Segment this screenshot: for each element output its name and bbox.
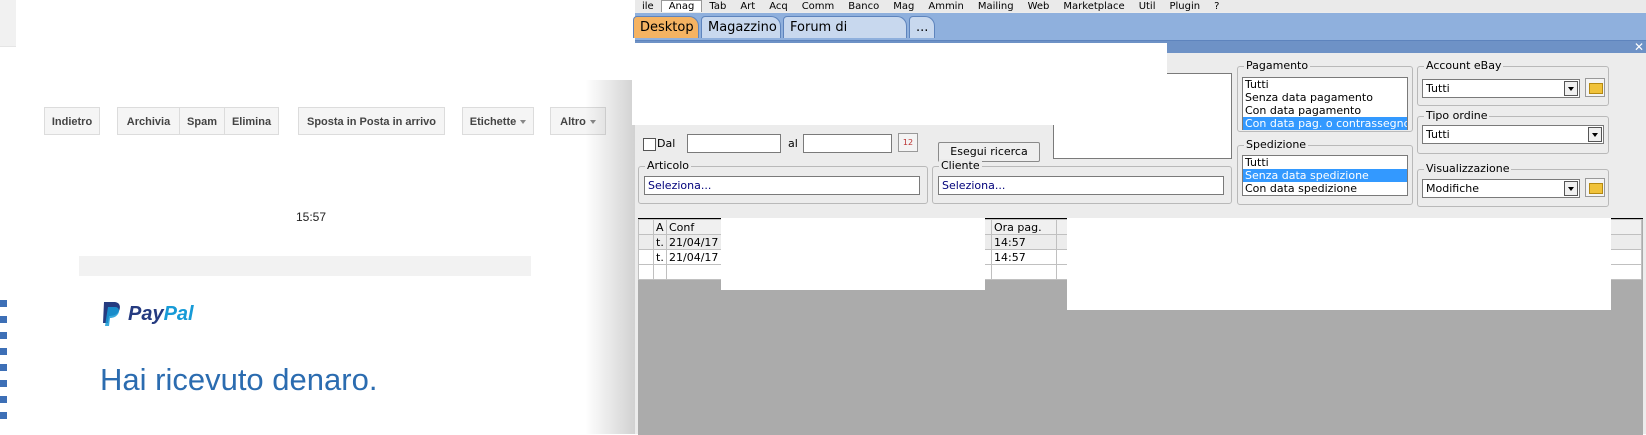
menu-comm[interactable]: Comm xyxy=(795,1,842,12)
spedizione-label: Spedizione xyxy=(1244,138,1309,151)
pagamento-option[interactable]: Con data pagamento xyxy=(1243,104,1407,117)
cell-ora-pag: 14:57 xyxy=(991,249,1057,265)
pagamento-option[interactable]: Senza data pagamento xyxy=(1243,91,1407,104)
paypal-logo-text-2: Pal xyxy=(163,302,194,325)
tipo-ordine-value: Tutti xyxy=(1426,128,1450,141)
pagamento-label: Pagamento xyxy=(1244,59,1311,72)
chevron-down-icon[interactable] xyxy=(1564,81,1578,96)
cell-a: t. xyxy=(653,249,667,265)
menu-marketplace[interactable]: Marketplace xyxy=(1056,1,1131,12)
message-separator xyxy=(79,256,531,276)
cliente-field[interactable]: Seleziona... xyxy=(938,176,1224,195)
articolo-field[interactable]: Seleziona... xyxy=(644,176,920,195)
pagamento-listbox[interactable]: Tutti Senza data pagamento Con data paga… xyxy=(1242,77,1408,130)
email-heading: Hai ricevuto denaro. xyxy=(100,362,378,397)
menu-file[interactable]: ile xyxy=(635,1,661,12)
menu-anag[interactable]: Anag xyxy=(660,0,703,12)
menu-art[interactable]: Art xyxy=(733,1,762,12)
menu-banco[interactable]: Banco xyxy=(841,1,886,12)
date-to-field[interactable] xyxy=(803,134,892,153)
date-checkbox[interactable] xyxy=(643,138,656,151)
account-ebay-label: Account eBay xyxy=(1424,59,1504,72)
more-label: Altro xyxy=(560,116,586,128)
chevron-down-icon[interactable] xyxy=(1588,127,1602,142)
labels-label: Etichette xyxy=(469,116,517,128)
menu-help[interactable]: ? xyxy=(1207,1,1226,12)
articolo-label: Articolo xyxy=(645,159,691,172)
spedizione-option-selected[interactable]: Senza data spedizione xyxy=(1243,169,1407,182)
paypal-p-icon xyxy=(103,302,120,326)
close-icon[interactable]: ✕ xyxy=(1634,40,1644,54)
redaction-block xyxy=(1067,218,1611,310)
folder-icon[interactable] xyxy=(1585,78,1605,97)
menu-util[interactable]: Util xyxy=(1132,1,1163,12)
al-label: al xyxy=(788,137,798,150)
visualizzazione-label: Visualizzazione xyxy=(1424,162,1512,175)
chevron-down-icon[interactable] xyxy=(1564,181,1578,196)
paypal-logo: PayPal xyxy=(100,300,194,328)
spedizione-listbox[interactable]: Tutti Senza data spedizione Con data spe… xyxy=(1242,155,1408,196)
calendar-icon[interactable]: 12 xyxy=(898,133,918,152)
dal-label: Dal xyxy=(657,137,676,150)
pagamento-option-selected[interactable]: Con data pag. o contrassegno xyxy=(1243,117,1407,130)
message-time: 15:57 xyxy=(296,210,327,224)
app-window: ile Anag Tab Art Acq Comm Banco Mag Ammin Mailing… xyxy=(632,0,1646,435)
redaction-block xyxy=(632,43,1167,125)
menu-mag[interactable]: Mag xyxy=(886,1,921,12)
spedizione-option[interactable]: Con data spedizione xyxy=(1243,182,1407,195)
column-header-a[interactable]: A xyxy=(653,219,667,235)
cell-ora-pag: 14:57 xyxy=(991,234,1057,250)
date-from-field[interactable] xyxy=(687,134,781,153)
chevron-down-icon xyxy=(520,120,527,125)
tipo-ordine-label: Tipo ordine xyxy=(1424,109,1490,122)
pagamento-option[interactable]: Tutti xyxy=(1243,78,1407,91)
decorative-dots xyxy=(0,300,10,428)
tab-magazzino[interactable]: Magazzino xyxy=(701,16,781,38)
menu-plugin[interactable]: Plugin xyxy=(1162,1,1207,12)
menu-web[interactable]: Web xyxy=(1021,1,1057,12)
redaction-block xyxy=(721,218,985,290)
spedizione-option[interactable]: Tutti xyxy=(1243,156,1407,169)
account-ebay-value: Tutti xyxy=(1426,82,1450,95)
back-button[interactable]: Indietro xyxy=(44,107,100,135)
move-to-inbox-button[interactable]: Sposta in Posta in arrivo xyxy=(298,107,445,135)
cliente-label: Cliente xyxy=(939,159,982,172)
visualizzazione-value: Modifiche xyxy=(1426,182,1479,195)
labels-button[interactable]: Etichette xyxy=(462,107,534,135)
folder-icon[interactable] xyxy=(1585,178,1605,197)
gmail-topbar-fragment xyxy=(0,0,16,47)
archive-button[interactable]: Archivia xyxy=(117,107,180,135)
column-header-ora-pag[interactable]: Ora pag. xyxy=(991,219,1057,235)
tab-forum[interactable]: Forum di supporto xyxy=(783,16,907,57)
paypal-logo-text-1: Pay xyxy=(128,302,164,325)
tab-desktop[interactable]: Desktop xyxy=(633,16,699,38)
tab-more[interactable]: ... xyxy=(909,16,935,38)
menu-ammin[interactable]: Ammin xyxy=(921,1,970,12)
tipo-ordine-select[interactable]: Tutti xyxy=(1422,125,1604,144)
delete-button[interactable]: Elimina xyxy=(224,107,279,135)
window-shadow xyxy=(585,80,635,434)
cell-a: t. xyxy=(653,234,667,250)
menu-mailing[interactable]: Mailing xyxy=(971,1,1021,12)
menu-bar: ile Anag Tab Art Acq Comm Banco Mag Ammin Mailing… xyxy=(635,0,1646,12)
spam-button[interactable]: Spam xyxy=(179,107,225,135)
menu-acq[interactable]: Acq xyxy=(762,1,795,12)
visualizzazione-select[interactable]: Modifiche xyxy=(1422,179,1580,198)
tab-bar: Desktop Magazzino Forum di supporto ... xyxy=(633,13,1646,57)
account-ebay-select[interactable]: Tutti xyxy=(1422,79,1580,98)
menu-tab[interactable]: Tab xyxy=(702,1,733,12)
